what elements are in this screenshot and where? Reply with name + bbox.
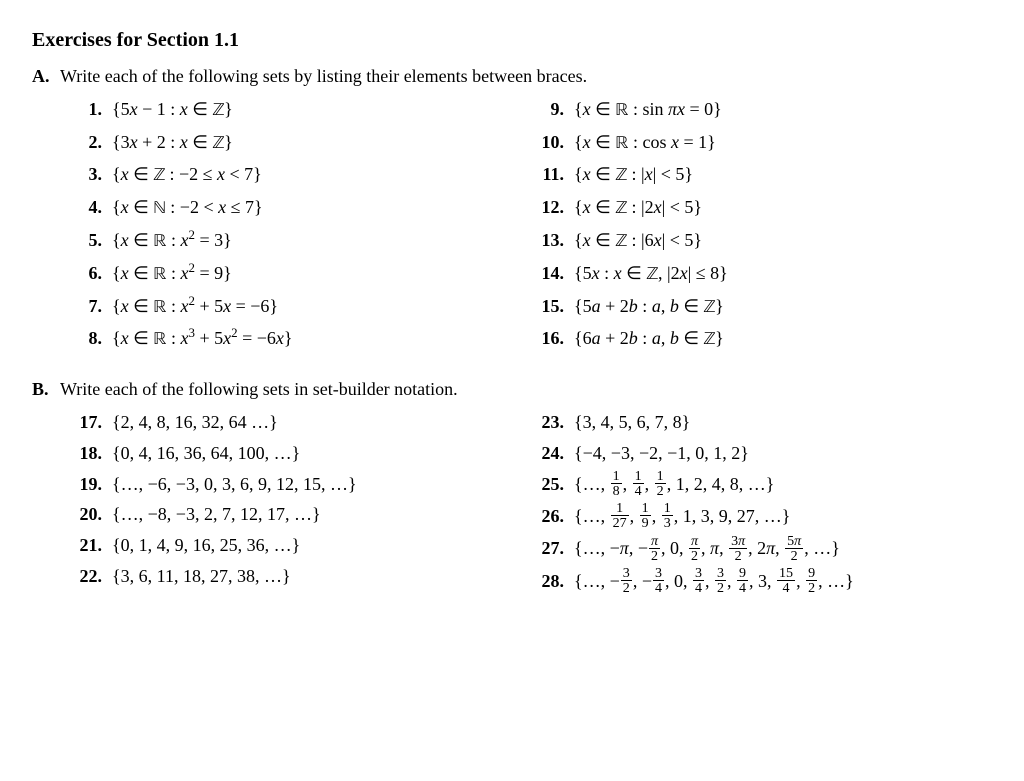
exercise-expression: {0, 4, 16, 36, 64, 100, …} [112, 439, 300, 468]
exercise-expression: {x ∈ ℕ : −2 < x ≤ 7} [112, 193, 263, 224]
exercise-number: 11. [530, 160, 564, 189]
exercise-expression: {6a + 2b : a, b ∈ ℤ} [574, 324, 724, 355]
exercise-number: 26. [530, 502, 564, 531]
section-b-prompt: Write each of the following sets in set-… [60, 375, 458, 404]
exercise-number: 23. [530, 408, 564, 437]
exercise-expression: {x ∈ ℝ : x2 = 3} [112, 226, 232, 257]
exercise-item: 23. {3, 4, 5, 6, 7, 8} [530, 408, 992, 437]
exercise-expression: {x ∈ ℝ : cos x = 1} [574, 128, 716, 159]
section-b-header: B. Write each of the following sets in s… [32, 375, 992, 404]
exercise-expression: {x ∈ ℤ : |2x| < 5} [574, 193, 702, 224]
section-b-letter: B. [32, 375, 60, 404]
exercise-item: 16. {6a + 2b : a, b ∈ ℤ} [530, 324, 992, 355]
section-a-prompt: Write each of the following sets by list… [60, 62, 587, 91]
exercise-expression: {x ∈ ℝ : x2 = 9} [112, 259, 232, 290]
exercise-item: 21. {0, 1, 4, 9, 16, 25, 36, …} [68, 531, 530, 560]
exercise-item: 22. {3, 6, 11, 18, 27, 38, …} [68, 562, 530, 591]
exercise-item: 1. {5x − 1 : x ∈ ℤ} [68, 95, 530, 126]
exercise-expression: {x ∈ ℝ : x2 + 5x = −6} [112, 292, 278, 323]
exercise-expression: {5x − 1 : x ∈ ℤ} [112, 95, 233, 126]
exercise-item: 12. {x ∈ ℤ : |2x| < 5} [530, 193, 992, 224]
exercise-item: 11. {x ∈ ℤ : |x| < 5} [530, 160, 992, 191]
exercise-number: 9. [530, 95, 564, 124]
exercise-number: 12. [530, 193, 564, 222]
exercise-expression: {…, −6, −3, 0, 3, 6, 9, 12, 15, …} [112, 470, 357, 499]
exercise-expression: {0, 1, 4, 9, 16, 25, 36, …} [112, 531, 300, 560]
exercise-item: 19. {…, −6, −3, 0, 3, 6, 9, 12, 15, …} [68, 470, 530, 499]
exercise-number: 27. [530, 534, 564, 563]
exercise-item: 7. {x ∈ ℝ : x2 + 5x = −6} [68, 292, 530, 323]
exercise-item: 28. {…, −32, −34, 0, 34, 32, 94, 3, 154, … [530, 567, 992, 597]
exercise-expression: {…, −8, −3, 2, 7, 12, 17, …} [112, 500, 321, 529]
exercise-number: 24. [530, 439, 564, 468]
exercise-number: 3. [68, 160, 102, 189]
exercise-expression: {2, 4, 8, 16, 32, 64 …} [112, 408, 278, 437]
exercise-item: 25. {…, 18, 14, 12, 1, 2, 4, 8, …} [530, 470, 992, 500]
exercise-number: 16. [530, 324, 564, 353]
exercise-item: 4. {x ∈ ℕ : −2 < x ≤ 7} [68, 193, 530, 224]
exercise-number: 7. [68, 292, 102, 321]
exercise-number: 2. [68, 128, 102, 157]
page-title: Exercises for Section 1.1 [32, 24, 992, 56]
section-b-left-col: 17. {2, 4, 8, 16, 32, 64 …} 18. {0, 4, 16, … [68, 406, 530, 599]
exercise-number: 4. [68, 193, 102, 222]
section-a-columns: 1. {5x − 1 : x ∈ ℤ} 2. {3x + 2 : x ∈ ℤ} 3. {x… [32, 93, 992, 357]
section-b-columns: 17. {2, 4, 8, 16, 32, 64 …} 18. {0, 4, 16, … [32, 406, 992, 599]
exercise-item: 3. {x ∈ ℤ : −2 ≤ x < 7} [68, 160, 530, 191]
exercise-expression: {5a + 2b : a, b ∈ ℤ} [574, 292, 724, 323]
exercise-item: 2. {3x + 2 : x ∈ ℤ} [68, 128, 530, 159]
exercise-item: 9. {x ∈ ℝ : sin πx = 0} [530, 95, 992, 126]
exercise-number: 1. [68, 95, 102, 124]
exercise-item: 18. {0, 4, 16, 36, 64, 100, …} [68, 439, 530, 468]
exercise-number: 13. [530, 226, 564, 255]
exercise-item: 26. {…, 127, 19, 13, 1, 3, 9, 27, …} [530, 502, 992, 532]
exercise-expression: {…, 127, 19, 13, 1, 3, 9, 27, …} [574, 502, 790, 532]
exercise-expression: {x ∈ ℤ : −2 ≤ x < 7} [112, 160, 262, 191]
exercise-item: 15. {5a + 2b : a, b ∈ ℤ} [530, 292, 992, 323]
exercise-number: 15. [530, 292, 564, 321]
exercise-number: 18. [68, 439, 102, 468]
exercise-number: 5. [68, 226, 102, 255]
exercise-expression: {x ∈ ℝ : sin πx = 0} [574, 95, 722, 126]
exercise-expression: {3, 4, 5, 6, 7, 8} [574, 408, 690, 437]
section-a-letter: A. [32, 62, 60, 91]
exercise-number: 17. [68, 408, 102, 437]
exercise-expression: {5x : x ∈ ℤ, |2x| ≤ 8} [574, 259, 728, 290]
section-a-left-col: 1. {5x − 1 : x ∈ ℤ} 2. {3x + 2 : x ∈ ℤ} 3. {x… [68, 93, 530, 357]
exercise-item: 24. {−4, −3, −2, −1, 0, 1, 2} [530, 439, 992, 468]
section-b-right-col: 23. {3, 4, 5, 6, 7, 8} 24. {−4, −3, −2, −1,… [530, 406, 992, 599]
exercise-item: 6. {x ∈ ℝ : x2 = 9} [68, 259, 530, 290]
exercise-number: 28. [530, 567, 564, 596]
exercise-expression: {3, 6, 11, 18, 27, 38, …} [112, 562, 291, 591]
exercise-number: 25. [530, 470, 564, 499]
exercise-item: 10. {x ∈ ℝ : cos x = 1} [530, 128, 992, 159]
exercise-item: 17. {2, 4, 8, 16, 32, 64 …} [68, 408, 530, 437]
exercise-item: 8. {x ∈ ℝ : x3 + 5x2 = −6x} [68, 324, 530, 355]
exercise-expression: {…, −π, −π2, 0, π2, π, 3π2, 2π, 5π2, …} [574, 534, 840, 564]
exercise-item: 5. {x ∈ ℝ : x2 = 3} [68, 226, 530, 257]
exercise-expression: {−4, −3, −2, −1, 0, 1, 2} [574, 439, 749, 468]
exercise-number: 10. [530, 128, 564, 157]
exercise-expression: {x ∈ ℝ : x3 + 5x2 = −6x} [112, 324, 293, 355]
exercise-item: 13. {x ∈ ℤ : |6x| < 5} [530, 226, 992, 257]
exercise-expression: {…, −32, −34, 0, 34, 32, 94, 3, 154, 92,… [574, 567, 854, 597]
exercise-number: 21. [68, 531, 102, 560]
exercise-expression: {x ∈ ℤ : |6x| < 5} [574, 226, 702, 257]
exercise-number: 20. [68, 500, 102, 529]
exercise-expression: {3x + 2 : x ∈ ℤ} [112, 128, 233, 159]
section-a-right-col: 9. {x ∈ ℝ : sin πx = 0} 10. {x ∈ ℝ : cos x … [530, 93, 992, 357]
exercise-number: 8. [68, 324, 102, 353]
exercise-number: 6. [68, 259, 102, 288]
exercise-item: 27. {…, −π, −π2, 0, π2, π, 3π2, 2π, 5π2, … [530, 534, 992, 564]
exercise-item: 20. {…, −8, −3, 2, 7, 12, 17, …} [68, 500, 530, 529]
exercise-expression: {x ∈ ℤ : |x| < 5} [574, 160, 693, 191]
exercise-number: 22. [68, 562, 102, 591]
exercise-number: 14. [530, 259, 564, 288]
exercise-item: 14. {5x : x ∈ ℤ, |2x| ≤ 8} [530, 259, 992, 290]
exercise-expression: {…, 18, 14, 12, 1, 2, 4, 8, …} [574, 470, 774, 500]
section-a-header: A. Write each of the following sets by l… [32, 62, 992, 91]
exercise-number: 19. [68, 470, 102, 499]
